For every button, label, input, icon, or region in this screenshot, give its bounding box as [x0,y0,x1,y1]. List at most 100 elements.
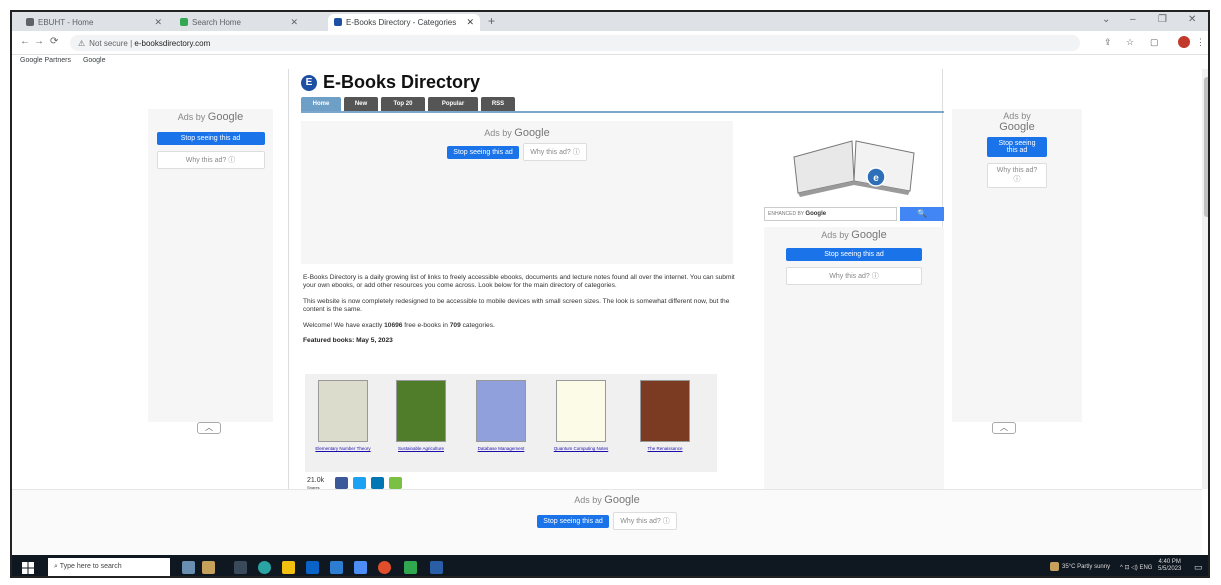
clock[interactable]: 4:40 PM 5/5/2023 [1158,559,1181,573]
book-card[interactable]: The Renaissance [635,380,695,451]
app-icon[interactable] [354,561,367,574]
weather-status[interactable]: 35°C Partly sunny [1062,564,1110,570]
book-link[interactable]: Quantum Computing Notes [551,446,611,451]
widgets-icon[interactable] [182,561,195,574]
bookmark-google-partners[interactable]: Google Partners [20,57,71,64]
open-book-icon: e [793,140,915,197]
more-share-icon[interactable] [389,477,402,489]
book-link[interactable]: Database Management [471,446,531,451]
book-card[interactable]: Quantum Computing Notes [551,380,611,451]
task-view-icon[interactable] [234,561,247,574]
search-icon[interactable]: 🔍 [900,207,944,221]
book-cover[interactable] [476,380,526,442]
notifications-icon[interactable]: ▭ [1194,562,1203,573]
tab-close-icon[interactable]: ✕ [154,17,162,28]
menu-kebab-icon[interactable]: ⋮ [1196,37,1205,48]
nav-tab-new[interactable]: New [344,97,378,111]
why-this-ad-button[interactable]: Why this ad? ⓘ [523,143,587,161]
collapse-ad-icon[interactable]: ︿ [197,422,221,434]
site-logo-icon[interactable]: E [301,75,317,91]
warning-icon: ⚠ [78,39,86,48]
tab-close-icon[interactable]: ✕ [290,17,298,28]
sidebar-ad: Ads by Google Stop seeing this ad Why th… [764,227,944,489]
site-title[interactable]: E-Books Directory [323,72,480,93]
book-link[interactable]: Elementary Number Theory [313,446,373,451]
book-card[interactable]: Sustainable Agriculture [391,380,451,451]
book-card[interactable]: Elementary Number Theory [313,380,373,451]
extensions-icon[interactable]: ▢ [1150,37,1159,48]
main-content: E E-Books Directory Home New Top 20 Popu… [288,69,944,490]
new-tab-button[interactable]: + [488,14,495,28]
featured-books: Elementary Number Theory Sustainable Agr… [305,374,717,472]
why-this-ad-button[interactable]: Why this ad? ⓘ [613,512,677,530]
chrome-icon[interactable] [378,561,391,574]
book-link[interactable]: The Renaissance [635,446,695,451]
book-card[interactable]: Database Management [471,380,531,451]
book-cover[interactable] [640,380,690,442]
right-column: e ENHANCED BY Google 🔍 Ads by Google Sto… [764,119,944,489]
windows-taskbar: ⌕ Type here to search 35°C Partly sunny … [12,555,1208,576]
app-blue-icon[interactable] [430,561,443,574]
linkedin-share-icon[interactable] [371,477,384,489]
nav-tab-top-20[interactable]: Top 20 [381,97,425,111]
intro-paragraph: This website is now completely redesigne… [303,297,730,314]
tab-favicon-icon [334,18,342,26]
site-search: ENHANCED BY Google 🔍 [764,207,944,221]
nav-tab-popular[interactable]: Popular [428,97,478,111]
twitter-share-icon[interactable] [353,477,366,489]
bookmark-star-icon[interactable]: ☆ [1126,37,1134,48]
collapse-ad-icon[interactable]: ︿ [992,422,1016,434]
reload-button[interactable]: ⟳ [50,36,58,47]
back-button[interactable]: ← [20,36,30,47]
page-scrollbar[interactable] [1202,69,1208,489]
book-cover[interactable] [396,380,446,442]
file-explorer-icon[interactable] [282,561,295,574]
main-ad-unit: Ads by Google Stop seeing this ad Why th… [301,121,733,264]
tab-favicon-icon [180,18,188,26]
taskbar-search-input[interactable]: ⌕ Type here to search [48,558,170,576]
tab-close-icon[interactable]: ✕ [466,17,474,28]
forward-button[interactable]: → [34,36,44,47]
nav-tab-home[interactable]: Home [301,97,341,111]
store-icon[interactable] [330,561,343,574]
windows-start-icon[interactable] [22,562,34,574]
tab-ebuht-home[interactable]: EBUHT - Home ✕ [20,14,168,31]
bookmark-google[interactable]: Google [83,57,106,64]
edge-browser-icon[interactable] [258,561,271,574]
weather-icon [1050,562,1059,571]
app-green-icon[interactable] [404,561,417,574]
maximize-button[interactable]: ❐ [1158,14,1167,25]
search-input[interactable]: ENHANCED BY Google [764,207,897,221]
profile-avatar[interactable] [1178,36,1190,48]
book-cover[interactable] [556,380,606,442]
scrollbar-thumb[interactable] [1204,77,1208,217]
intro-text: E-Books Directory is a daily growing lis… [303,274,735,352]
close-window-button[interactable]: ✕ [1188,14,1196,25]
url-text: e-booksdirectory.com [134,39,211,48]
featured-heading: Featured books: May 5, 2023 [303,337,393,345]
stop-seeing-ad-button[interactable]: Stop seeing this ad [156,132,265,145]
why-this-ad-button[interactable]: Why this ad? ⓘ [156,151,265,169]
stop-seeing-ad-button[interactable]: Stop seeing this ad [987,137,1047,157]
system-tray-icon[interactable]: ^ ⊡ ◁) ENG [1120,564,1152,571]
welcome-text: Welcome! We have exactly 10696 free e-bo… [303,321,495,329]
stop-seeing-ad-button[interactable]: Stop seeing this ad [537,515,609,528]
book-link[interactable]: Sustainable Agriculture [391,446,451,451]
tab-search-home[interactable]: Search Home ✕ [174,14,304,31]
book-cover[interactable] [318,380,368,442]
facebook-share-icon[interactable] [335,477,348,489]
stop-seeing-ad-button[interactable]: Stop seeing this ad [786,248,922,261]
why-this-ad-button[interactable]: Why this ad? ⓘ [786,267,922,285]
mail-icon[interactable] [306,561,319,574]
stop-seeing-ad-button[interactable]: Stop seeing this ad [447,146,519,159]
nav-tab-underline [301,111,944,113]
tab-ebooks-directory[interactable]: E-Books Directory - Categories ✕ [328,14,480,31]
nav-tab-rss[interactable]: RSS [481,97,515,111]
weather-widget-icon[interactable] [202,561,215,574]
tab-favicon-icon [26,18,34,26]
tab-search-icon[interactable]: ⌄ [1102,14,1110,25]
minimize-button[interactable]: – [1130,14,1136,25]
share-icon[interactable]: ⇪ [1104,37,1112,48]
address-bar[interactable]: ⚠ Not secure | e-booksdirectory.com [70,35,1080,51]
why-this-ad-button[interactable]: Why this ad? ⓘ [987,163,1047,188]
